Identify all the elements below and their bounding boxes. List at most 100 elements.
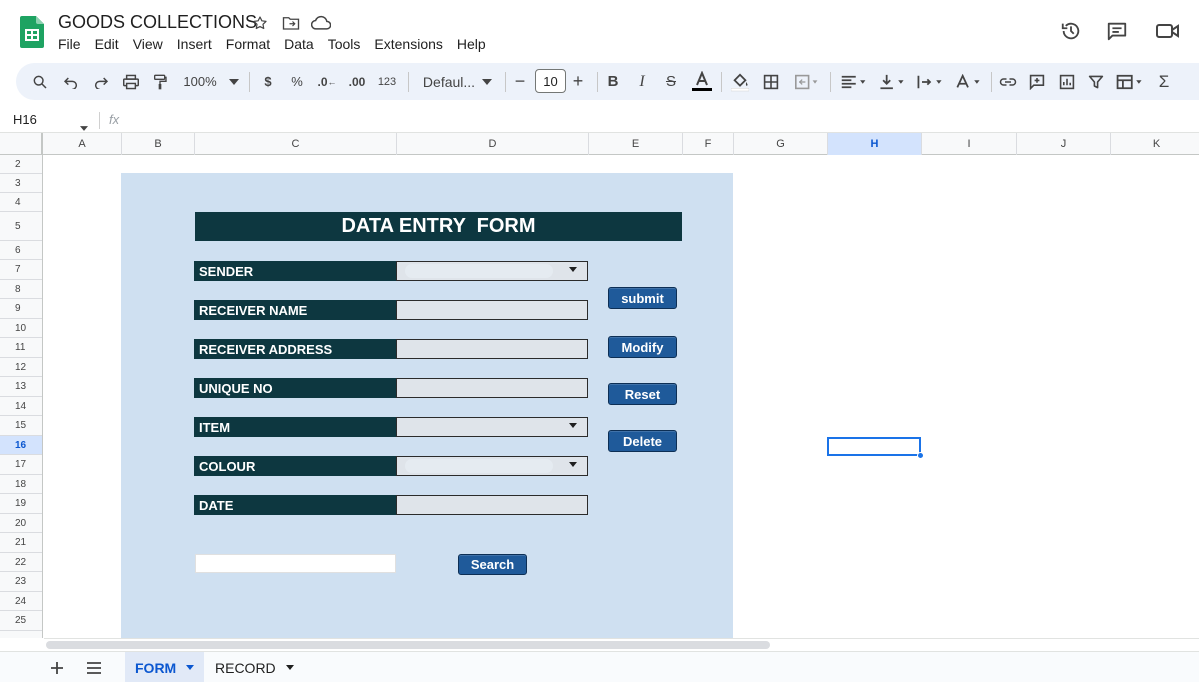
row-header[interactable]: 4: [0, 193, 42, 212]
add-sheet-icon[interactable]: [49, 660, 65, 676]
font-size-input[interactable]: 10: [535, 69, 566, 93]
horizontal-scrollbar[interactable]: [44, 638, 1199, 651]
sheet-grid[interactable]: DATA ENTRY FORM SENDER RECEIVER NAME REC…: [44, 155, 1199, 638]
insert-link-icon[interactable]: [998, 63, 1018, 100]
sender-dropdown[interactable]: [396, 261, 588, 281]
version-history-icon[interactable]: [1058, 18, 1084, 44]
meet-icon[interactable]: [1155, 18, 1181, 44]
sheets-logo-icon[interactable]: [20, 16, 44, 48]
font-family-select[interactable]: Defaul...: [418, 63, 480, 100]
select-all-corner[interactable]: [0, 133, 43, 155]
column-header[interactable]: A: [43, 133, 122, 155]
increase-font-size-icon[interactable]: +: [570, 63, 586, 100]
menu-edit[interactable]: Edit: [95, 36, 126, 52]
menu-file[interactable]: File: [58, 36, 88, 52]
insert-comment-icon[interactable]: [1027, 63, 1047, 100]
column-header[interactable]: B: [122, 133, 195, 155]
row-header[interactable]: 10: [0, 319, 42, 338]
column-header[interactable]: F: [683, 133, 734, 155]
vertical-align-icon[interactable]: [876, 63, 908, 100]
row-header[interactable]: 5: [0, 212, 42, 241]
zoom-select[interactable]: 100%: [180, 63, 220, 100]
row-header[interactable]: 7: [0, 260, 42, 280]
star-icon[interactable]: [250, 13, 270, 33]
font-chevron-down-icon[interactable]: [481, 63, 493, 100]
submit-button[interactable]: submit: [608, 287, 677, 309]
fill-color-icon[interactable]: [729, 63, 751, 100]
document-title[interactable]: GOODS COLLECTIONS: [58, 12, 257, 33]
functions-icon[interactable]: Σ: [1154, 63, 1174, 100]
cloud-status-icon[interactable]: [311, 13, 331, 33]
chevron-down-icon[interactable]: [285, 665, 294, 670]
row-header[interactable]: 3: [0, 174, 42, 193]
strikethrough-icon[interactable]: S: [662, 63, 680, 100]
bold-icon[interactable]: B: [604, 63, 622, 100]
menu-extensions[interactable]: Extensions: [374, 36, 449, 52]
row-header[interactable]: 9: [0, 299, 42, 319]
item-dropdown[interactable]: [396, 417, 588, 437]
format-percent-button[interactable]: %: [288, 63, 306, 100]
tab-form[interactable]: FORM: [125, 652, 205, 682]
row-header[interactable]: 22: [0, 553, 42, 572]
chevron-down-icon[interactable]: [569, 462, 577, 467]
column-header[interactable]: J: [1017, 133, 1111, 155]
row-header[interactable]: 23: [0, 572, 42, 592]
date-field[interactable]: [396, 495, 588, 515]
chevron-down-icon[interactable]: [569, 423, 577, 428]
row-header[interactable]: 12: [0, 358, 42, 377]
text-wrapping-icon[interactable]: [914, 63, 946, 100]
row-header[interactable]: 20: [0, 514, 42, 533]
menu-format[interactable]: Format: [226, 36, 277, 52]
delete-button[interactable]: Delete: [608, 430, 677, 452]
receiver-address-field[interactable]: [396, 339, 588, 359]
more-formats-button[interactable]: 123: [376, 63, 398, 100]
decrease-decimal-button[interactable]: .0 ←: [316, 63, 338, 100]
insert-chart-icon[interactable]: [1057, 63, 1077, 100]
italic-icon[interactable]: I: [633, 63, 651, 100]
colour-dropdown[interactable]: [396, 456, 588, 476]
row-header[interactable]: 24: [0, 592, 42, 611]
merge-cells-icon[interactable]: [791, 63, 823, 100]
decrease-font-size-icon[interactable]: −: [512, 63, 528, 100]
column-header[interactable]: E: [589, 133, 683, 155]
filter-views-icon[interactable]: [1114, 63, 1146, 100]
borders-icon[interactable]: [761, 63, 781, 100]
column-header[interactable]: D: [397, 133, 589, 155]
row-header[interactable]: 14: [0, 397, 42, 416]
row-header[interactable]: 21: [0, 533, 42, 553]
menu-view[interactable]: View: [133, 36, 170, 52]
all-sheets-icon[interactable]: [86, 660, 102, 676]
redo-icon[interactable]: [91, 63, 111, 100]
text-color-icon[interactable]: [691, 63, 713, 100]
row-header[interactable]: 13: [0, 377, 42, 397]
row-header[interactable]: 18: [0, 475, 42, 494]
row-header[interactable]: 17: [0, 455, 42, 475]
row-header[interactable]: 15: [0, 416, 42, 436]
horizontal-align-icon[interactable]: [838, 63, 870, 100]
chevron-down-icon[interactable]: [186, 665, 195, 670]
column-header-selected[interactable]: H: [828, 133, 922, 155]
column-header[interactable]: K: [1111, 133, 1199, 155]
search-menus-icon[interactable]: [30, 63, 50, 100]
name-box[interactable]: H16: [13, 112, 37, 127]
column-header[interactable]: G: [734, 133, 828, 155]
tab-record[interactable]: RECORD: [205, 652, 304, 682]
search-button[interactable]: Search: [458, 554, 527, 575]
row-header-selected[interactable]: 16: [0, 436, 42, 455]
row-header[interactable]: 2: [0, 155, 42, 174]
format-currency-button[interactable]: $: [259, 63, 277, 100]
row-header[interactable]: 25: [0, 611, 42, 631]
column-header[interactable]: I: [922, 133, 1017, 155]
row-header[interactable]: 19: [0, 494, 42, 514]
scrollbar-thumb[interactable]: [46, 641, 770, 649]
comments-icon[interactable]: [1104, 18, 1130, 44]
column-header[interactable]: C: [195, 133, 397, 155]
undo-icon[interactable]: [61, 63, 81, 100]
receiver-name-field[interactable]: [396, 300, 588, 320]
chevron-down-icon[interactable]: [569, 267, 577, 272]
row-header[interactable]: 6: [0, 241, 42, 260]
row-header[interactable]: 11: [0, 338, 42, 358]
menu-help[interactable]: Help: [457, 36, 493, 52]
menu-tools[interactable]: Tools: [328, 36, 368, 52]
formula-input[interactable]: [135, 112, 1135, 129]
